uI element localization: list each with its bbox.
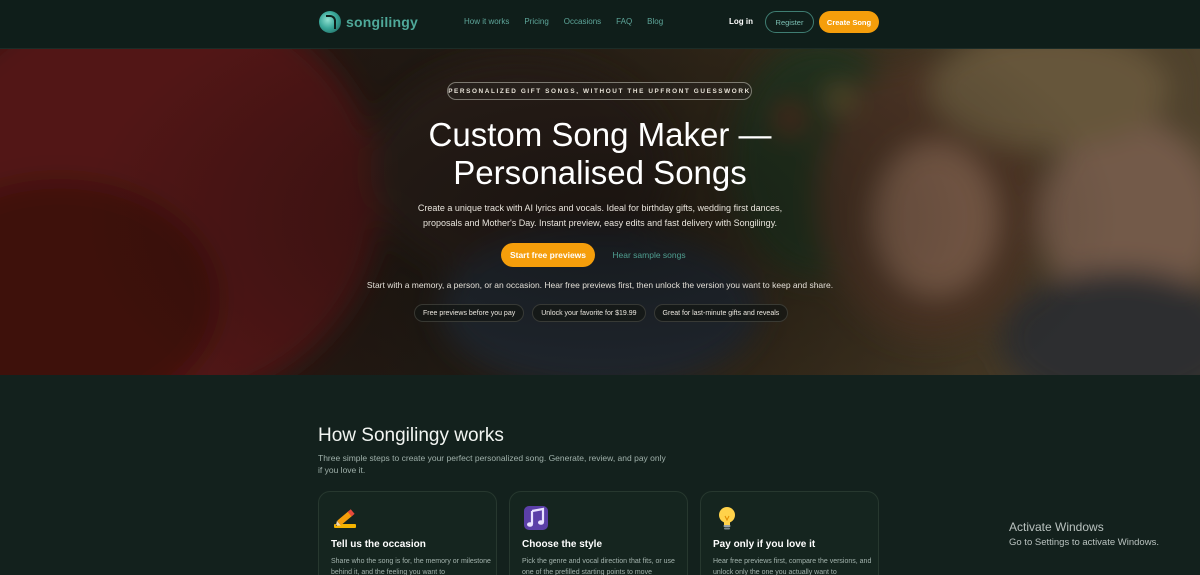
start-free-previews-button[interactable]: Start free previews [501, 243, 595, 267]
how-section-title: How Songilingy works [318, 425, 504, 446]
hero-subtext: Start with a memory, a person, or an occ… [366, 280, 834, 290]
step-title-occasion: Tell us the occasion [331, 539, 426, 550]
watermark-line-2: Go to Settings to activate Windows. [1009, 537, 1159, 548]
chip-unlock-price: Unlock your favorite for $19.99 [532, 304, 646, 322]
watermark-line-1: Activate Windows [1009, 520, 1104, 534]
hero-chips: Free previews before you pay Unlock your… [414, 304, 796, 322]
step-text-style: Pick the genre and vocal direction that … [522, 558, 675, 575]
music-notes-icon [524, 506, 548, 530]
logo-icon [319, 11, 341, 33]
register-button[interactable]: Register [765, 11, 814, 33]
create-song-button[interactable]: Create Song [819, 11, 879, 33]
hero-title: Custom Song Maker — Personalised Songs [300, 116, 900, 192]
chip-free-previews: Free previews before you pay [414, 304, 525, 322]
hear-sample-songs-link[interactable]: Hear sample songs [607, 243, 691, 267]
hero-eyebrow-pill: PERSONALIZED GIFT SONGS, WITHOUT THE UPF… [447, 82, 752, 100]
chip-last-minute-gifts: Great for last-minute gifts and reveals [653, 304, 789, 322]
login-link[interactable]: Log in [729, 17, 753, 26]
nav-link-blog[interactable]: Blog [647, 17, 663, 26]
step-card-style: Choose the style Pick the genre and voca… [509, 491, 688, 575]
nav-link-how-it-works[interactable]: How it works [464, 17, 509, 26]
lightbulb-icon [719, 507, 735, 530]
windows-activation-watermark: Activate Windows Go to Settings to activ… [1009, 520, 1159, 548]
step-title-style: Choose the style [522, 539, 603, 550]
hero-description: Create a unique track with AI lyrics and… [417, 203, 783, 228]
nav-links: How it works Pricing Occasions FAQ Blog [464, 17, 678, 26]
step-card-pay: Pay only if you love it Hear free previe… [700, 491, 879, 575]
hero-title-line-1: Custom Song Maker — [428, 116, 772, 153]
step-card-occasion: Tell us the occasion Share who the song … [318, 491, 497, 575]
pencil-icon [334, 509, 356, 528]
brand-name: songilingy [346, 14, 418, 30]
top-nav: songilingy How it works Pricing Occasion… [0, 0, 1200, 49]
nav-link-pricing[interactable]: Pricing [524, 17, 548, 26]
step-text-occasion: Share who the song is for, the memory or… [331, 558, 491, 575]
step-title-pay: Pay only if you love it [713, 539, 816, 550]
nav-link-occasions[interactable]: Occasions [564, 17, 601, 26]
how-section-subtitle: Three simple steps to create your perfec… [318, 453, 666, 475]
hero-title-line-2: Personalised Songs [453, 154, 747, 191]
step-text-pay: Hear free previews first, compare the ve… [713, 558, 872, 575]
brand-logo[interactable]: songilingy [319, 10, 418, 34]
nav-link-faq[interactable]: FAQ [616, 17, 632, 26]
